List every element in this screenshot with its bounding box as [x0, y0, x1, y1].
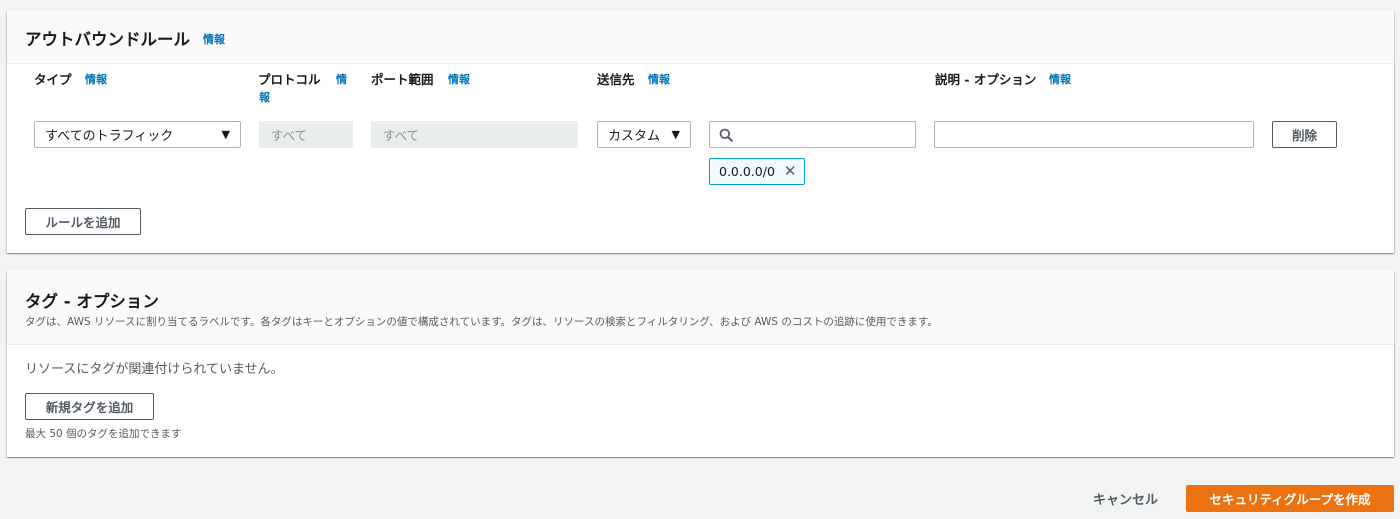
- type-select[interactable]: すべてのトラフィック ▼: [34, 121, 241, 148]
- port-range-field: すべて: [371, 121, 578, 148]
- caret-down-icon: ▼: [671, 128, 680, 141]
- port-range-field-value: すべて: [383, 128, 420, 143]
- tags-header: [7, 271, 1394, 345]
- cancel-button[interactable]: キャンセル: [1093, 489, 1158, 508]
- outbound-rules-title: アウトバウンドルール: [25, 30, 190, 49]
- protocol-field-value: すべて: [271, 128, 308, 143]
- add-tag-button[interactable]: 新規タグを追加: [25, 393, 154, 420]
- caret-down-icon: ▼: [221, 128, 230, 141]
- type-select-value: すべてのトラフィック: [45, 129, 174, 144]
- port-range-info-link[interactable]: 情報: [448, 71, 470, 87]
- tags-description: タグは、AWS リソースに割り当てるラベルです。各タグはキーとオプションの値で構…: [25, 316, 938, 328]
- description-info-link[interactable]: 情報: [1049, 71, 1071, 87]
- destination-type-select[interactable]: カスタム ▼: [597, 121, 691, 148]
- tags-empty-message: リソースにタグが関連付けられていません。: [25, 362, 284, 377]
- tags-panel: タグ - オプション タグは、AWS リソースに割り当てるラベルです。各タグはキ…: [7, 271, 1394, 457]
- destination-info-link[interactable]: 情報: [648, 71, 670, 87]
- cidr-token: 0.0.0.0/0 ✕: [709, 158, 806, 185]
- outbound-rules-info-link[interactable]: 情報: [203, 31, 225, 47]
- search-icon: [719, 128, 733, 142]
- add-rule-button[interactable]: ルールを追加: [25, 208, 141, 235]
- delete-rule-button[interactable]: 削除: [1272, 121, 1337, 148]
- protocol-column-label: プロトコル: [258, 72, 321, 87]
- create-security-group-button[interactable]: セキュリティグループを作成: [1186, 485, 1394, 512]
- port-range-column-label: ポート範囲: [371, 72, 434, 87]
- destination-type-value: カスタム: [608, 129, 661, 144]
- protocol-field: すべて: [259, 121, 353, 148]
- tags-limit-hint: 最大 50 個のタグを追加できます: [25, 428, 182, 440]
- cidr-token-label: 0.0.0.0/0: [719, 164, 775, 179]
- description-input[interactable]: [934, 121, 1254, 148]
- cidr-search-input[interactable]: [709, 121, 916, 148]
- protocol-info-link-wrap[interactable]: 報: [259, 89, 270, 105]
- destination-column-label: 送信先: [597, 72, 635, 87]
- outbound-rules-panel: アウトバウンドルール 情報 タイプ 情報 プロトコル 情 報 ポート範囲 情報 …: [7, 11, 1394, 253]
- type-info-link[interactable]: 情報: [85, 71, 107, 87]
- description-column-label: 説明 - オプション: [935, 72, 1037, 87]
- type-column-label: タイプ: [34, 72, 72, 87]
- protocol-info-link[interactable]: 情: [336, 71, 347, 87]
- tags-title: タグ - オプション: [25, 292, 159, 311]
- close-icon[interactable]: ✕: [784, 164, 797, 179]
